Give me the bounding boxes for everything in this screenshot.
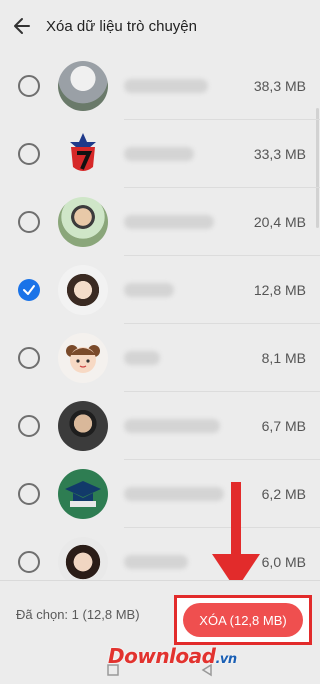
list-item[interactable]: 6,0 MB xyxy=(0,528,320,580)
conversation-size: 6,2 MB xyxy=(261,486,306,502)
graduation-cap-icon xyxy=(65,481,101,507)
radio-button[interactable] xyxy=(18,143,40,165)
list-item[interactable]: 38,3 MB xyxy=(0,52,320,120)
contact-name-redacted xyxy=(124,351,160,365)
avatar xyxy=(58,61,108,111)
radio-button[interactable] xyxy=(18,347,40,369)
team-logo-icon xyxy=(70,133,96,171)
contact-name-redacted xyxy=(124,79,208,93)
contact-name-redacted xyxy=(124,283,174,297)
list-item[interactable]: 20,4 MB xyxy=(0,188,320,256)
selected-summary: Đã chọn: 1 (12,8 MB) xyxy=(16,607,140,622)
avatar xyxy=(58,197,108,247)
cartoon-girl-icon xyxy=(66,345,100,373)
page-title: Xóa dữ liệu trò chuyện xyxy=(46,17,197,35)
conversation-size: 38,3 MB xyxy=(253,78,306,94)
conversation-size: 20,4 MB xyxy=(253,214,306,230)
list-item[interactable]: 6,2 MB xyxy=(0,460,320,528)
watermark-logo: Download.vn xyxy=(108,644,237,668)
avatar xyxy=(58,537,108,580)
list-item[interactable]: 12,8 MB xyxy=(0,256,320,324)
radio-button[interactable] xyxy=(18,211,40,233)
list-item[interactable]: 8,1 MB xyxy=(0,324,320,392)
conversation-size: 6,0 MB xyxy=(261,554,306,570)
avatar xyxy=(58,401,108,451)
watermark-suffix: .vn xyxy=(215,652,237,667)
contact-name-redacted xyxy=(124,215,214,229)
conversation-size: 6,7 MB xyxy=(261,418,306,434)
radio-button[interactable] xyxy=(18,551,40,573)
avatar xyxy=(58,265,108,315)
back-button[interactable] xyxy=(0,0,44,52)
conversation-list[interactable]: 38,3 MB 33,3 MB 20,4 MB 12,8 MB 8,1 MB 6… xyxy=(0,52,320,580)
avatar xyxy=(58,469,108,519)
radio-button[interactable] xyxy=(18,75,40,97)
radio-button[interactable] xyxy=(18,483,40,505)
radio-button-checked[interactable] xyxy=(18,279,40,301)
app-header: Xóa dữ liệu trò chuyện xyxy=(0,0,320,52)
conversation-size: 33,3 MB xyxy=(253,146,306,162)
annotation-arrow-icon xyxy=(212,482,260,590)
contact-name-redacted xyxy=(124,147,194,161)
arrow-left-icon xyxy=(14,18,30,34)
check-icon xyxy=(23,285,35,295)
radio-button[interactable] xyxy=(18,415,40,437)
watermark-main: Download xyxy=(108,644,216,668)
avatar xyxy=(58,129,108,179)
list-item[interactable]: 33,3 MB xyxy=(0,120,320,188)
contact-name-redacted xyxy=(124,419,220,433)
avatar xyxy=(58,333,108,383)
contact-name-redacted xyxy=(124,555,188,569)
delete-button[interactable]: XÓA (12,8 MB) xyxy=(183,603,303,637)
conversation-size: 12,8 MB xyxy=(253,282,306,298)
list-item[interactable]: 6,7 MB xyxy=(0,392,320,460)
conversation-size: 8,1 MB xyxy=(261,350,306,366)
